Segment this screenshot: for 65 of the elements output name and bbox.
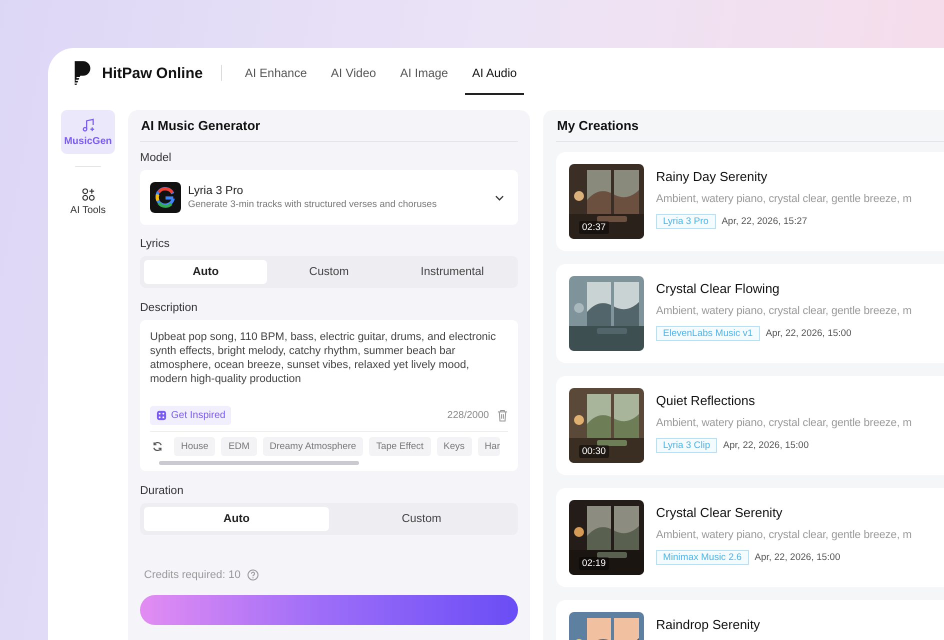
- generate-button[interactable]: [140, 595, 518, 625]
- creation-description: Ambient, watery piano, crystal clear, gentle breeze, m: [656, 417, 912, 429]
- creation-card[interactable]: Crystal Clear Flowing Ambient, watery piano, crystal clear, gentle breeze, m ElevenLabs Music v1 Apr, 22, 2026, 15:00: [556, 264, 944, 363]
- segment-tab[interactable]: Auto: [144, 260, 268, 284]
- style-tag[interactable]: Har: [478, 437, 500, 456]
- credits-text: Credits required: 10: [144, 569, 241, 581]
- model-tag: Lyria 3 Pro: [656, 214, 716, 229]
- creation-description: Ambient, watery piano, crystal clear, gentle breeze, m: [656, 193, 912, 205]
- creation-date: Apr, 22, 2026, 15:00: [723, 440, 809, 451]
- model-select[interactable]: Lyria 3 Pro Generate 3-min tracks with structured verses and choruses: [140, 170, 518, 225]
- creation-date: Apr, 22, 2026, 15:27: [722, 216, 808, 227]
- field-label: Description: [140, 302, 199, 314]
- duration-badge: 02:37: [579, 221, 609, 234]
- brand-name: HitPaw Online: [102, 64, 203, 82]
- segment-tab[interactable]: Custom: [267, 260, 391, 284]
- grid-plus-icon: [80, 186, 96, 202]
- nav-tab[interactable]: AI Audio: [465, 51, 524, 95]
- segment-tab[interactable]: Custom: [329, 507, 514, 531]
- style-tag[interactable]: House: [174, 437, 216, 456]
- field-label: Model: [140, 152, 172, 164]
- refresh-icon[interactable]: [152, 441, 163, 452]
- g-logo-icon: [150, 182, 181, 213]
- creation-card[interactable]: Raindrop Serenity: [556, 600, 944, 640]
- nav-tab[interactable]: AI Enhance: [238, 51, 314, 95]
- model-tag: Minimax Music 2.6: [656, 550, 749, 565]
- style-tag[interactable]: EDM: [221, 437, 257, 456]
- style-tag[interactable]: Tape Effect: [369, 437, 431, 456]
- model-name: Lyria 3 Pro: [188, 185, 244, 197]
- creation-title: Crystal Clear Serenity: [656, 505, 784, 520]
- style-tag[interactable]: Keys: [436, 437, 472, 456]
- duration-badge: 02:19: [579, 557, 609, 570]
- chevron-down-icon: [495, 194, 504, 200]
- description-field[interactable]: Upbeat pop song, 110 BPM, bass, electric guitar, drums, and electronic synth effects, bright melody, catchy rhythm, summer beach bar atmosphere, ocean breeze, sunset vibes, relaxed yet lively mood, modern high-quality production: [150, 330, 508, 406]
- nav-tab[interactable]: AI Image: [393, 51, 456, 95]
- field-label: Duration: [140, 485, 184, 497]
- style-tag[interactable]: Dreamy Atmosphere: [262, 437, 364, 456]
- sidebar-item[interactable]: MusicGen: [61, 110, 115, 154]
- model-description: Generate 3-min tracks with structured verses and choruses: [188, 199, 438, 210]
- get-inspired-button[interactable]: Get Inspired: [150, 406, 232, 426]
- creation-date: Apr, 22, 2026, 15:00: [754, 552, 840, 563]
- creation-title: Raindrop Serenity: [656, 617, 760, 632]
- creation-description: Ambient, watery piano, crystal clear, gentle breeze, m: [656, 529, 912, 541]
- creation-title: Crystal Clear Flowing: [656, 281, 781, 296]
- creation-title: Quiet Reflections: [656, 393, 756, 408]
- creation-title: Rainy Day Serenity: [656, 169, 768, 184]
- segment-tab[interactable]: Instrumental: [390, 260, 514, 284]
- trash-icon[interactable]: [497, 409, 508, 422]
- creation-date: Apr, 22, 2026, 15:00: [766, 328, 852, 339]
- panel-title: My Creations: [556, 118, 640, 133]
- creation-card[interactable]: 02:19 Crystal Clear Serenity Ambient, watery piano, crystal clear, gentle breeze, m Minimax Music 2.6 Apr, 22, 2026, 15:00: [556, 488, 944, 587]
- segment-tab[interactable]: Auto: [144, 507, 329, 531]
- character-count: 228/2000: [447, 410, 489, 422]
- sidebar-item[interactable]: AI Tools: [61, 179, 115, 223]
- model-tag: ElevenLabs Music v1: [656, 326, 760, 341]
- creation-card[interactable]: 00:30 Quiet Reflections Ambient, watery piano, crystal clear, gentle breeze, m Lyria 3 Clip Apr, 22, 2026, 15:00: [556, 376, 944, 475]
- model-tag: Lyria 3 Clip: [656, 438, 718, 453]
- creation-description: Ambient, watery piano, crystal clear, gentle breeze, m: [656, 305, 912, 317]
- creation-card[interactable]: 02:37 Rainy Day Serenity Ambient, watery piano, crystal clear, gentle breeze, m Lyria 3 Pro Apr, 22, 2026, 15:27: [556, 152, 944, 251]
- dice-icon: [156, 410, 167, 422]
- duration-badge: 00:30: [579, 445, 609, 458]
- nav-tab[interactable]: AI Video: [324, 51, 384, 95]
- music-note-icon: [80, 118, 96, 132]
- panel-title: AI Music Generator: [140, 118, 262, 133]
- help-icon[interactable]: [246, 569, 259, 581]
- field-label: Lyrics: [140, 238, 171, 250]
